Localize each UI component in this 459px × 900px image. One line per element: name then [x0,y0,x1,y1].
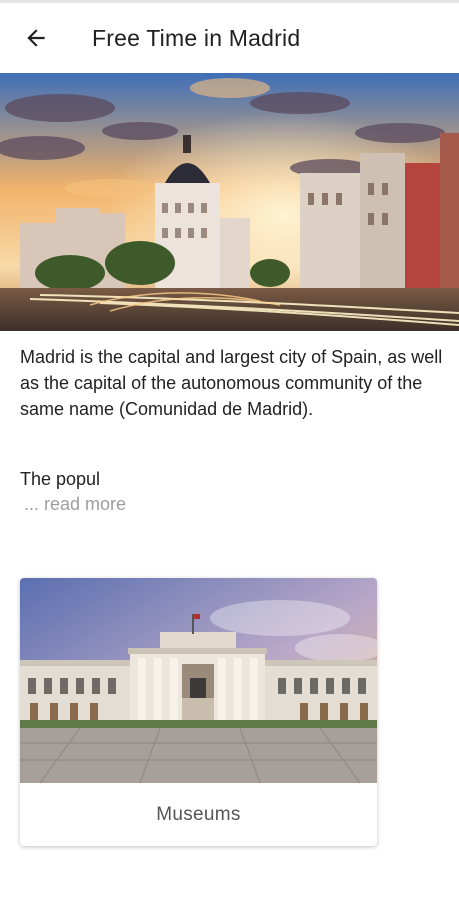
description-truncated: The popul [20,469,101,489]
read-more-link[interactable]: ... read more [24,491,126,517]
prado-museum-image [20,578,377,783]
back-button[interactable] [16,18,56,58]
category-label: Museums [156,803,241,825]
hero-image [0,73,459,331]
app-bar: Free Time in Madrid [0,3,459,73]
category-card-museums[interactable]: Museums [20,578,377,846]
city-description: Madrid is the capital and largest city o… [20,347,443,419]
arrow-left-icon [27,29,45,47]
page-title: Free Time in Madrid [92,24,301,51]
